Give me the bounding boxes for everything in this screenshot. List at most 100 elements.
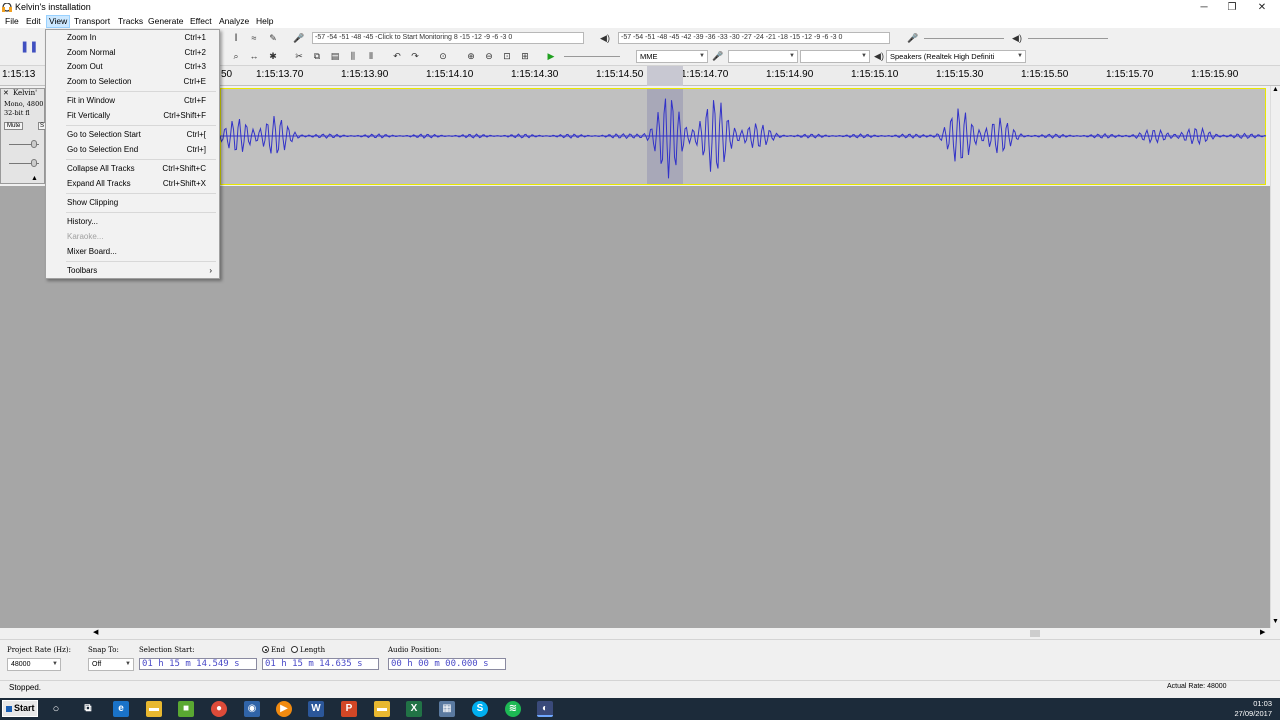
menu-tracks[interactable]: Tracks xyxy=(116,16,145,27)
green-app-icon[interactable]: ■ xyxy=(178,701,194,717)
audio-host-select[interactable]: MME ▼ xyxy=(636,50,708,63)
selection-start-field[interactable]: 01 h 15 m 14.549 s xyxy=(139,658,257,670)
pan-slider-thumb[interactable] xyxy=(31,159,37,167)
gain-slider-thumb[interactable] xyxy=(31,140,37,148)
record-meter[interactable]: -57 -54 -51 -48 -45 -Click to Start Moni… xyxy=(312,32,584,44)
menu-item-zoom-out[interactable]: Zoom Out Ctrl+3 xyxy=(46,60,219,74)
draw-tool-icon[interactable]: ✎ xyxy=(266,31,280,45)
menu-item-go-to-selection-end[interactable]: Go to Selection End Ctrl+] xyxy=(46,143,219,157)
cortana-search-icon[interactable]: ○ xyxy=(48,701,64,717)
mute-button[interactable]: Mute xyxy=(4,122,24,130)
menu-effect[interactable]: Effect xyxy=(188,16,214,27)
playback-meter[interactable]: -57 -54 -51 -48 -45 -42 -39 -36 -33 -30 … xyxy=(618,32,890,44)
excel-app-icon[interactable]: X xyxy=(406,701,422,717)
playback-volume-slider[interactable] xyxy=(1028,38,1108,39)
audacity-taskbar-icon[interactable]: ◐ xyxy=(537,701,553,717)
fit-project-icon[interactable]: ⊞ xyxy=(518,49,532,63)
zoom-tool-icon[interactable]: ⌕ xyxy=(229,49,243,63)
multi-tool-icon[interactable]: ✱ xyxy=(266,49,280,63)
audio-position-field[interactable]: 00 h 00 m 00.000 s xyxy=(388,658,506,670)
menu-item-zoom-normal[interactable]: Zoom Normal Ctrl+2 xyxy=(46,46,219,60)
menu-transport[interactable]: Transport xyxy=(72,16,112,27)
zoom-in-icon[interactable]: ⊕ xyxy=(464,49,478,63)
record-volume-slider[interactable] xyxy=(924,38,1004,39)
snap-to-select[interactable]: Off ▼ xyxy=(88,658,134,671)
file-explorer-app-icon[interactable]: ▬ xyxy=(146,701,162,717)
menu-generate[interactable]: Generate xyxy=(146,16,185,27)
timeshift-tool-icon[interactable]: ↔ xyxy=(247,49,261,63)
menu-separator xyxy=(66,159,216,160)
menu-item-shortcut: Ctrl+3 xyxy=(184,62,206,71)
menu-help[interactable]: Help xyxy=(254,16,275,27)
menu-item-toolbars[interactable]: Toolbars › xyxy=(46,264,219,278)
start-button[interactable]: Start xyxy=(2,700,38,717)
menu-item-collapse-all-tracks[interactable]: Collapse All Tracks Ctrl+Shift+C xyxy=(46,162,219,176)
sync-lock-icon[interactable]: ⊙ xyxy=(436,49,450,63)
menu-item-zoom-to-selection[interactable]: Zoom to Selection Ctrl+E xyxy=(46,75,219,89)
spotify-app-icon[interactable]: ≋ xyxy=(505,701,521,717)
record-meter-mic-icon[interactable]: 🎤 xyxy=(292,31,306,45)
cut-icon[interactable]: ✂ xyxy=(292,49,306,63)
edge-app-icon[interactable]: e xyxy=(113,701,129,717)
length-radio[interactable] xyxy=(291,646,298,653)
playback-meter-speaker-icon[interactable]: ◀) xyxy=(598,31,612,45)
menu-item-show-clipping[interactable]: Show Clipping xyxy=(46,196,219,210)
play-speed-slider[interactable] xyxy=(564,56,620,57)
recording-device-select[interactable]: ▼ xyxy=(728,50,798,63)
fit-selection-icon[interactable]: ⊡ xyxy=(500,49,514,63)
menu-view[interactable]: View xyxy=(46,15,71,28)
menu-file[interactable]: File xyxy=(3,16,21,27)
menu-item-mixer-board[interactable]: Mixer Board... xyxy=(46,245,219,259)
track-control-panel[interactable]: ✕ Kelvin' Mono, 4800 32-bit fl Mute S ▲ xyxy=(0,88,47,184)
pause-icon[interactable]: ❚❚ xyxy=(20,40,38,54)
horizontal-scrollbar[interactable]: ◀ ▶ xyxy=(0,628,1270,639)
menu-item-fit-in-window[interactable]: Fit in Window Ctrl+F xyxy=(46,94,219,108)
vertical-scrollbar[interactable]: ▲ ▼ xyxy=(1270,86,1280,628)
menu-item-fit-vertically[interactable]: Fit Vertically Ctrl+Shift+F xyxy=(46,109,219,123)
menu-analyze[interactable]: Analyze xyxy=(217,16,251,27)
selection-end-field[interactable]: 01 h 15 m 14.635 s xyxy=(262,658,379,670)
menu-item-label: Go to Selection Start xyxy=(67,130,141,139)
menu-item-expand-all-tracks[interactable]: Expand All Tracks Ctrl+Shift+X xyxy=(46,177,219,191)
menu-item-zoom-in[interactable]: Zoom In Ctrl+1 xyxy=(46,31,219,45)
chrome-app-icon[interactable]: ● xyxy=(211,701,227,717)
zoom-out-icon[interactable]: ⊖ xyxy=(482,49,496,63)
track-format-info: Mono, 4800 xyxy=(4,100,44,108)
outlook-app-icon[interactable]: ◉ xyxy=(244,701,260,717)
folder-app-icon[interactable]: ▬ xyxy=(374,701,390,717)
track-name[interactable]: Kelvin' xyxy=(13,89,37,97)
task-view-icon[interactable]: ⧉ xyxy=(80,701,96,717)
playback-device-select[interactable]: Speakers (Realtek High Definiti ▼ xyxy=(886,50,1026,63)
system-clock[interactable]: 01:03 27/09/2017 xyxy=(1234,699,1272,719)
word-app-icon[interactable]: W xyxy=(308,701,324,717)
play-at-speed-icon[interactable]: ▶ xyxy=(544,49,558,63)
silence-icon[interactable]: ⫴ xyxy=(364,49,378,63)
pdf-app-icon[interactable]: P xyxy=(341,701,357,717)
horizontal-scroll-thumb[interactable] xyxy=(1030,630,1040,637)
close-window-button[interactable]: ✕ xyxy=(1246,0,1278,15)
selection-tool-icon[interactable]: I xyxy=(229,31,243,45)
paste-icon[interactable]: ▤ xyxy=(328,49,342,63)
recording-channels-select[interactable]: ▼ xyxy=(800,50,870,63)
scroll-down-icon[interactable]: ▼ xyxy=(1272,618,1279,625)
envelope-tool-icon[interactable]: ≈ xyxy=(247,31,261,45)
scroll-up-icon[interactable]: ▲ xyxy=(1272,86,1279,93)
scroll-left-icon[interactable]: ◀ xyxy=(93,628,98,636)
end-radio[interactable] xyxy=(262,646,269,653)
menu-edit[interactable]: Edit xyxy=(24,16,43,27)
media-player-app-icon[interactable]: ▶ xyxy=(276,701,292,717)
redo-icon[interactable]: ↷ xyxy=(408,49,422,63)
scroll-right-icon[interactable]: ▶ xyxy=(1260,628,1265,636)
image-app-icon[interactable]: ▦ xyxy=(439,701,455,717)
maximize-button[interactable]: ❐ xyxy=(1216,0,1248,15)
copy-icon[interactable]: ⧉ xyxy=(310,49,324,63)
track-close-button[interactable]: ✕ xyxy=(3,89,9,97)
collapse-track-icon[interactable]: ▲ xyxy=(31,175,38,182)
skype-app-icon[interactable]: S xyxy=(472,701,488,717)
menu-item-go-to-selection-start[interactable]: Go to Selection Start Ctrl+[ xyxy=(46,128,219,142)
undo-icon[interactable]: ↶ xyxy=(390,49,404,63)
project-rate-select[interactable]: 48000 ▼ xyxy=(7,658,61,671)
menu-item-history[interactable]: History... xyxy=(46,215,219,229)
menu-separator xyxy=(66,125,216,126)
trim-icon[interactable]: ⫼ xyxy=(346,49,360,63)
